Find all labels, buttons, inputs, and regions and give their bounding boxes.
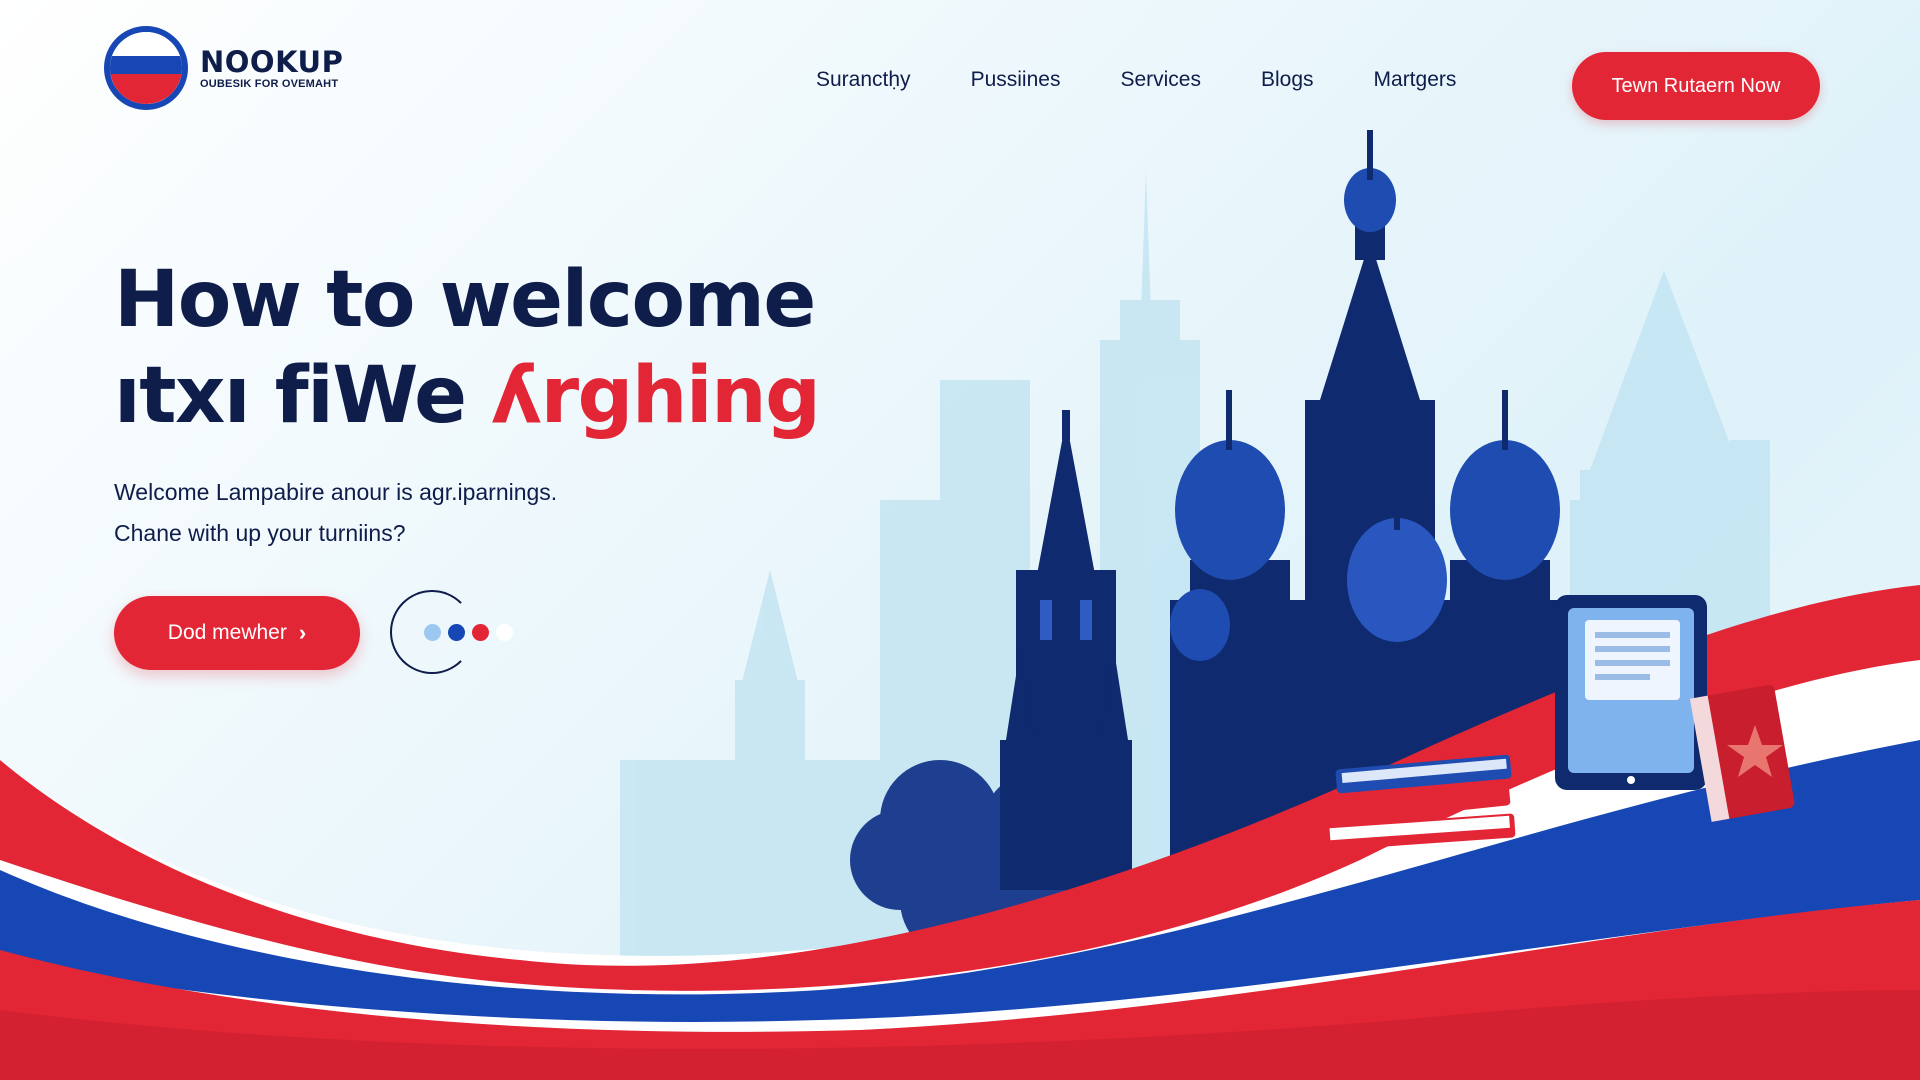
hero-title-accent: ʎrghing (491, 351, 821, 441)
hero-title-line-2-dark: ıtxı fiWe (114, 351, 492, 441)
nav-item-5[interactable]: Martgers (1374, 68, 1457, 92)
nav-item-services[interactable]: Services (1120, 68, 1201, 92)
brand-name: NOOKUP (200, 44, 344, 79)
carousel-dots (424, 624, 520, 641)
hero-cta-button[interactable]: Dod mewher › (114, 596, 360, 670)
books-stack-icon (1324, 754, 1516, 851)
carousel-indicator[interactable] (390, 590, 530, 674)
nav-item-1[interactable]: Suranctḥy (816, 68, 911, 92)
hero-title-line-2: ıtxı fiWe ʎrghing (114, 348, 821, 444)
brand-tagline: OUBESIK FOR OVEMAHT (200, 77, 339, 90)
hero-cta-label: Dod mewher (167, 621, 287, 644)
carousel-dot-4[interactable] (496, 624, 513, 641)
tablet-icon (1555, 595, 1707, 790)
hero-subtitle: Welcome Lampabire anour is agr.iparnings… (114, 472, 557, 554)
site-header: NOOKUP OUBESIK FOR OVEMAHT Suranctḥy Pus… (0, 0, 1920, 160)
nav-item-2[interactable]: Pussiines (971, 68, 1061, 92)
hero-title-line-1: How to welcome (114, 255, 816, 345)
chevron-right-icon: › (298, 620, 307, 645)
carousel-dot-2[interactable] (448, 624, 465, 641)
hero-subtitle-line-2: Chane with up your turniins? (114, 520, 406, 546)
nav-item-blogs[interactable]: Blogs (1261, 68, 1314, 92)
flag-circle-icon (104, 26, 188, 110)
hero-title: How to welcome ıtxı fiWe ʎrghing (114, 252, 821, 444)
header-cta-button[interactable]: Tewn Rutaern Now (1572, 52, 1820, 120)
logo-text: NOOKUP OUBESIK FOR OVEMAHT (200, 47, 343, 90)
brand-logo[interactable]: NOOKUP OUBESIK FOR OVEMAHT (104, 26, 343, 110)
main-nav: Suranctḥy Pussiines Services Blogs Martg… (816, 68, 1516, 92)
carousel-dot-3[interactable] (472, 624, 489, 641)
carousel-dot-1[interactable] (424, 624, 441, 641)
hero-subtitle-line-1: Welcome Lampabire anour is agr.iparnings… (114, 479, 558, 505)
